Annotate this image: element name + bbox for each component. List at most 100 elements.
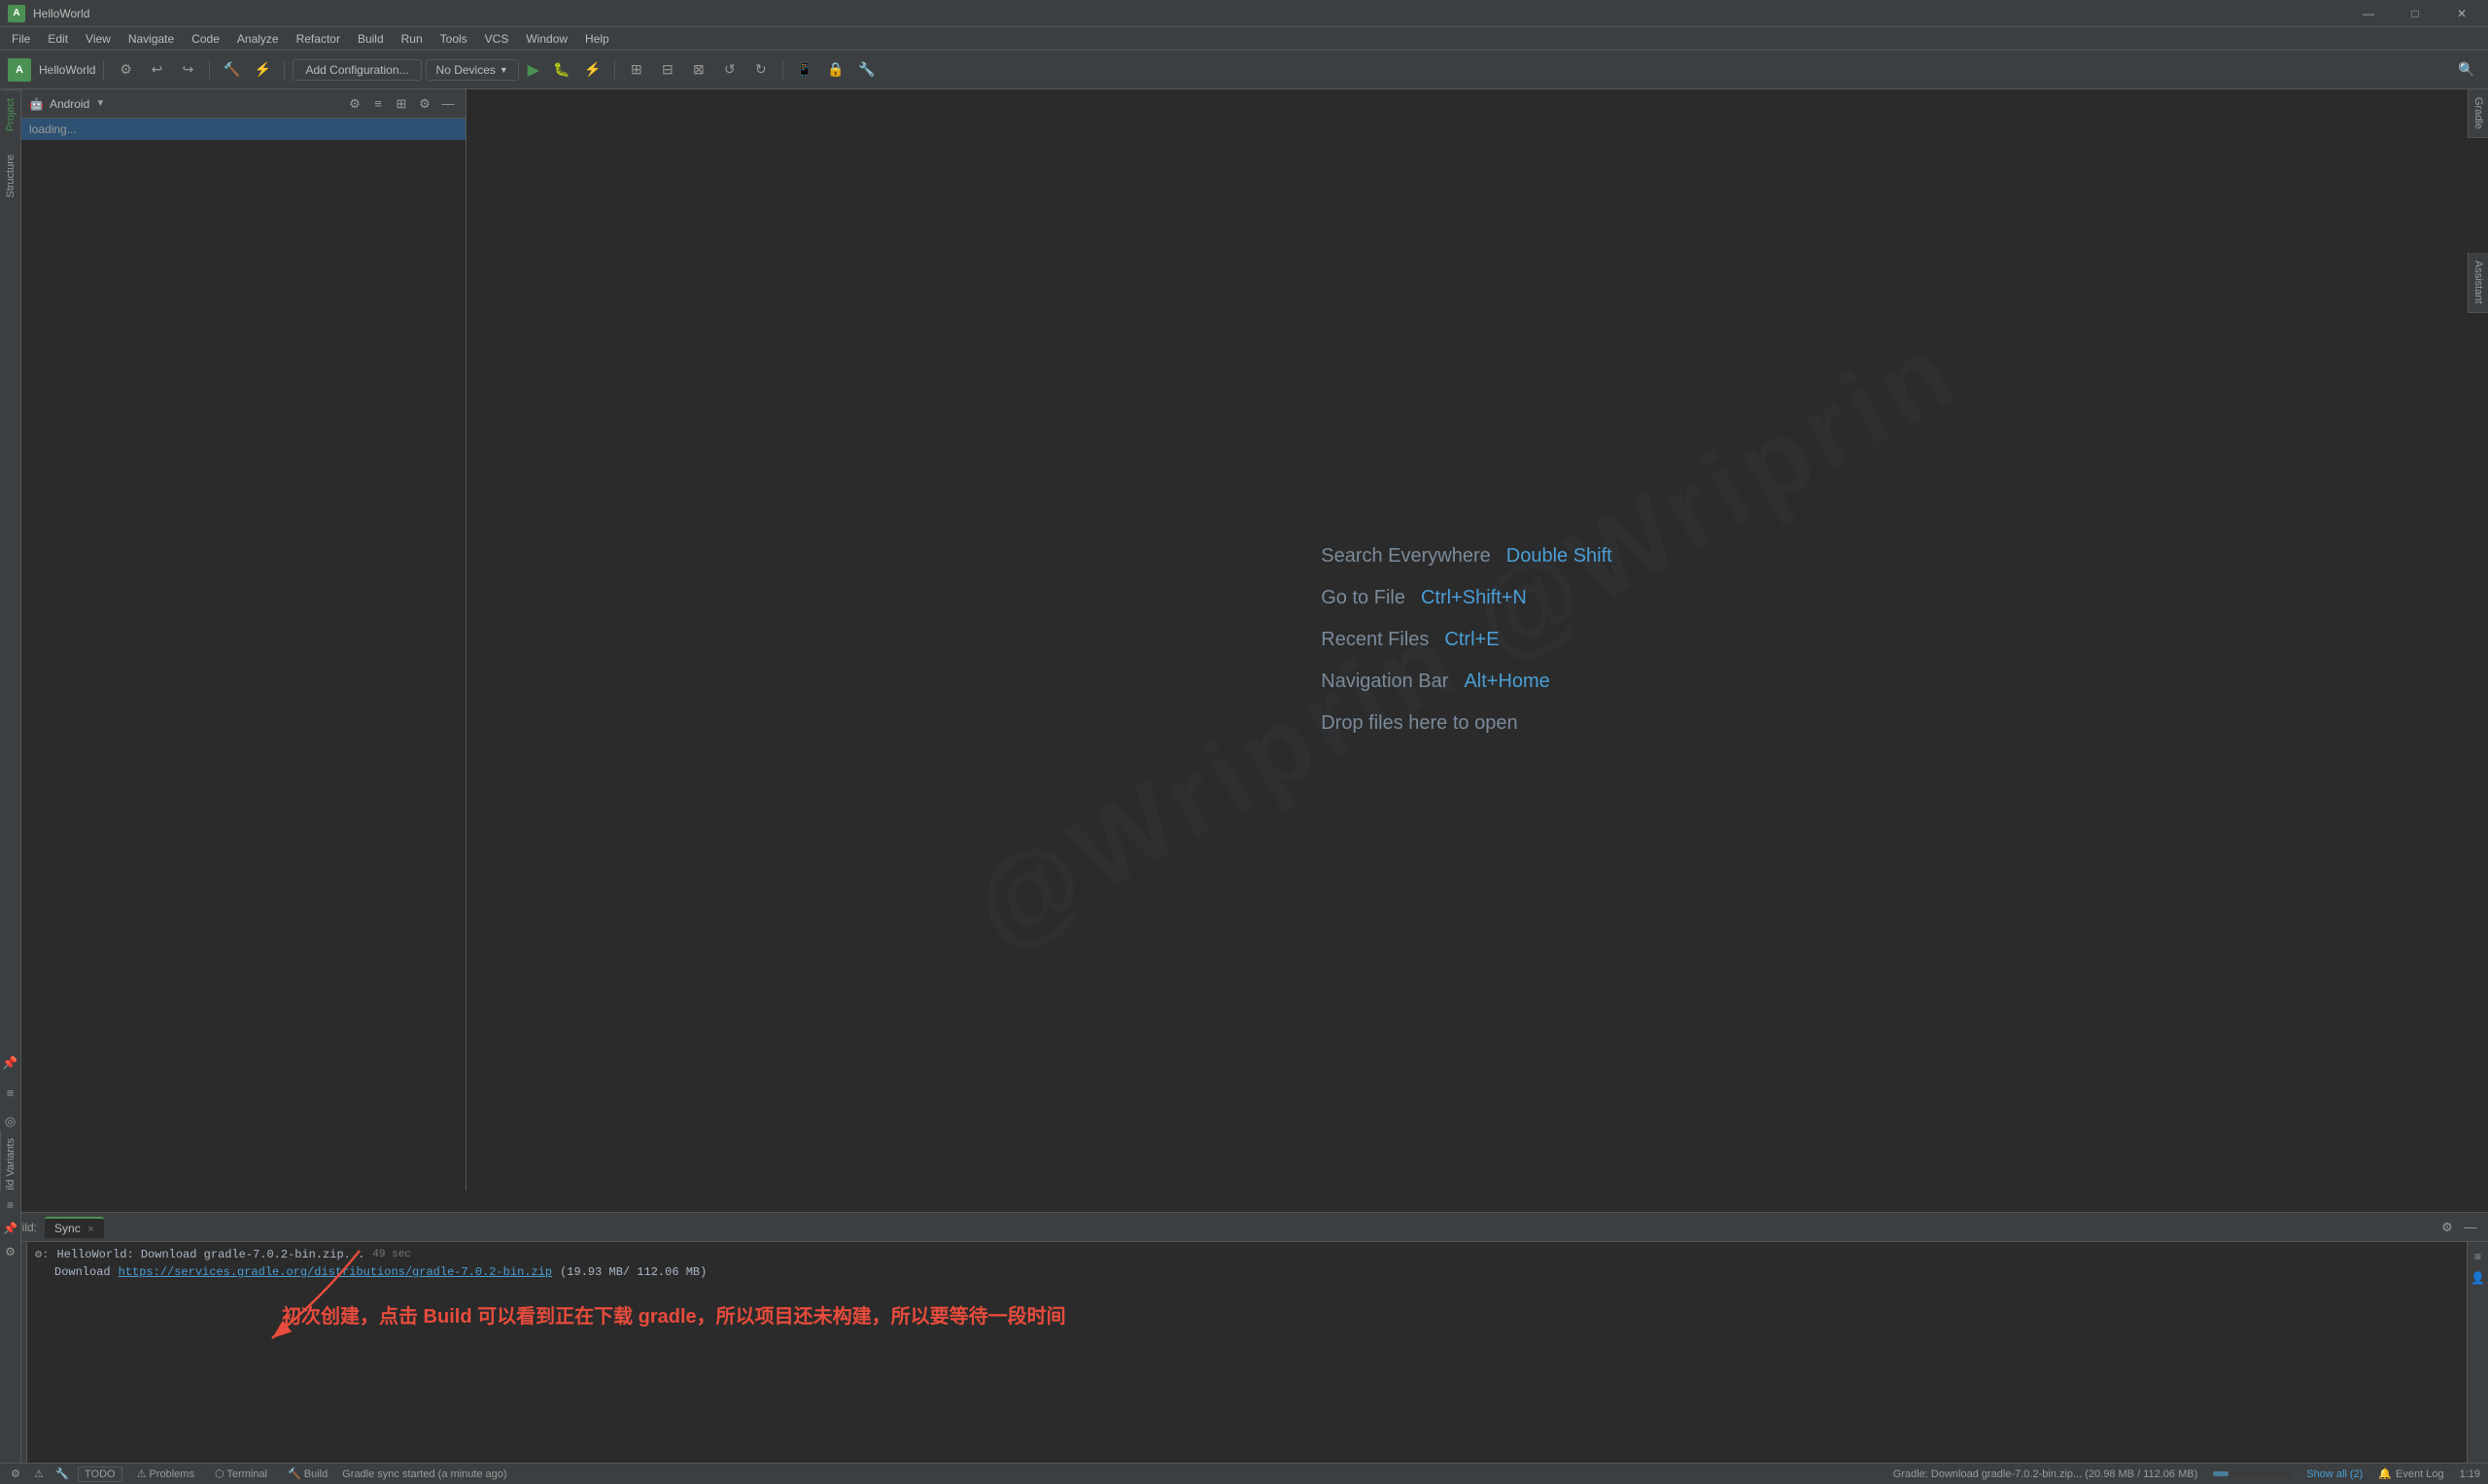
panel-tool-close[interactable]: —: [438, 94, 458, 114]
status-icon-1[interactable]: ⚙: [8, 1467, 23, 1482]
panel-tool-settings[interactable]: ⚙: [345, 94, 364, 114]
build-right-1[interactable]: ≡: [2468, 1246, 2488, 1267]
toolbar-btn-build[interactable]: 🔨: [218, 56, 245, 84]
structure-icon[interactable]: ≡: [0, 1082, 21, 1103]
menu-file[interactable]: File: [4, 30, 38, 48]
toolbar-btn-2[interactable]: ↩: [143, 56, 170, 84]
menu-analyze[interactable]: Analyze: [229, 30, 287, 48]
toolbar-separator-2: [209, 60, 210, 80]
menu-view[interactable]: View: [78, 30, 119, 48]
toolbar-btn-3[interactable]: ↪: [174, 56, 201, 84]
goto-file-hint: Go to File Ctrl+Shift+N: [1321, 587, 1527, 609]
recent-files-shortcut: Ctrl+E: [1444, 629, 1499, 651]
toolbar-separator-5: [782, 60, 783, 80]
event-log: 🔔 Event Log: [2378, 1467, 2443, 1480]
goto-file-shortcut: Ctrl+Shift+N: [1421, 587, 1527, 609]
download-url[interactable]: https://services.gradle.org/distribution…: [119, 1265, 552, 1279]
debug-button[interactable]: 🐛: [548, 56, 575, 84]
menu-run[interactable]: Run: [394, 30, 431, 48]
status-bar: ⚙ ⚠ 🔧 TODO ⚠ Problems ⬡ Terminal 🔨 Build…: [0, 1463, 2488, 1484]
toolbar-btn-11[interactable]: 🔒: [822, 56, 849, 84]
todo-tab[interactable]: TODO: [78, 1467, 122, 1482]
gradle-tab[interactable]: Gradle: [2468, 89, 2488, 138]
title-bar-title: HelloWorld: [33, 7, 89, 20]
profile-button[interactable]: ⚡: [579, 56, 606, 84]
toolbar-separator-3: [284, 60, 285, 80]
close-button[interactable]: ✕: [2439, 0, 2484, 27]
toolbar-btn-8[interactable]: ↺: [716, 56, 743, 84]
build-settings-btn[interactable]: ⚙: [2437, 1218, 2457, 1237]
build-time: 49 sec: [372, 1249, 411, 1260]
editor-placeholder: Search Everywhere Double Shift Go to Fil…: [1321, 545, 1612, 735]
menu-bar: File Edit View Navigate Code Analyze Ref…: [0, 27, 2488, 51]
toolbar-separator-4: [614, 60, 615, 80]
bottom-strip-icon-2[interactable]: 📌: [0, 1218, 21, 1239]
search-everywhere-button[interactable]: 🔍: [2453, 56, 2480, 84]
circle-icon[interactable]: ◎: [0, 1111, 21, 1132]
menu-vcs[interactable]: VCS: [477, 30, 517, 48]
build-line-2: Download https://services.gradle.org/dis…: [54, 1264, 2459, 1280]
project-tab[interactable]: Project: [2, 89, 19, 139]
status-icon-3[interactable]: 🔧: [54, 1467, 70, 1482]
download-prefix: Download: [54, 1265, 111, 1279]
toolbar-btn-12[interactable]: 🔧: [853, 56, 881, 84]
structure-tab-left[interactable]: Structure: [2, 147, 19, 206]
panel-tool-gear[interactable]: ⚙: [415, 94, 434, 114]
menu-code[interactable]: Code: [184, 30, 227, 48]
toolbar-project-name: HelloWorld: [39, 63, 95, 77]
build-tab-bottom[interactable]: 🔨 Build: [281, 1466, 334, 1482]
event-log-label[interactable]: Event Log: [2396, 1468, 2444, 1480]
android-label: Android: [50, 97, 89, 111]
build-content: ↺ ⊞ ⚙: HelloWorld: Download gradle-7.0.2…: [0, 1242, 2488, 1484]
panel-header: 🤖 Android ▼ ⚙ ≡ ⊞ ⚙ —: [21, 89, 466, 119]
title-bar-left: A HelloWorld: [0, 5, 89, 22]
toolbar-btn-9[interactable]: ↻: [747, 56, 775, 84]
toolbar-btn-4[interactable]: ⚡: [249, 56, 276, 84]
assistant-tab[interactable]: Assistant: [2468, 253, 2488, 313]
toolbar-btn-1[interactable]: ⚙: [112, 56, 139, 84]
build-close-btn[interactable]: —: [2461, 1218, 2480, 1237]
menu-edit[interactable]: Edit: [40, 30, 76, 48]
bookmark-icon[interactable]: 📌: [0, 1053, 21, 1074]
add-configuration-button[interactable]: Add Configuration...: [293, 59, 421, 81]
menu-navigate[interactable]: Navigate: [121, 30, 182, 48]
problems-tab-bottom[interactable]: ⚠ Problems: [130, 1466, 201, 1482]
editor-area: @Wriprin @Wriprin Search Everywhere Doub…: [466, 89, 2467, 1191]
show-all-link[interactable]: Show all (2): [2306, 1468, 2363, 1480]
terminal-tab-bottom[interactable]: ⬡ Terminal: [209, 1467, 273, 1481]
build-right-2[interactable]: 👤: [2468, 1267, 2488, 1289]
bottom-strip-icon-3[interactable]: ⚙: [0, 1241, 21, 1262]
nav-bar-shortcut: Alt+Home: [1464, 671, 1549, 693]
left-vertical-tabs: Project Structure 📌 ≡ ◎: [0, 89, 21, 1191]
panel-tool-list[interactable]: ≡: [368, 94, 388, 114]
download-suffix: (19.93 MB/ 112.06 MB): [560, 1265, 707, 1279]
title-bar: A HelloWorld — □ ✕: [0, 0, 2488, 27]
no-devices-label: No Devices: [436, 63, 496, 77]
search-everywhere-label: Search Everywhere: [1321, 545, 1491, 568]
toolbar-btn-10[interactable]: 📱: [791, 56, 818, 84]
menu-refactor[interactable]: Refactor: [289, 30, 348, 48]
build-panel: Build: Sync × ⚙ — ↺ ⊞ ⚙: HelloWorld: Dow…: [0, 1212, 2488, 1484]
progress-bar: [2213, 1471, 2291, 1476]
menu-help[interactable]: Help: [577, 30, 617, 48]
run-button[interactable]: ▶: [523, 59, 544, 81]
toolbar-btn-5[interactable]: ⊞: [623, 56, 650, 84]
dropdown-arrow-small[interactable]: ▼: [95, 98, 105, 109]
search-everywhere-shortcut: Double Shift: [1506, 545, 1612, 568]
toolbar-btn-6[interactable]: ⊟: [654, 56, 681, 84]
menu-window[interactable]: Window: [518, 30, 575, 48]
bottom-left-strip: ≡ 📌 ⚙: [0, 1191, 21, 1463]
maximize-button[interactable]: □: [2393, 0, 2437, 27]
panel-tool-filter[interactable]: ⊞: [392, 94, 411, 114]
drop-files-text: Drop files here to open: [1321, 712, 1517, 735]
no-devices-dropdown[interactable]: No Devices ▼: [426, 59, 519, 81]
recent-files-hint: Recent Files Ctrl+E: [1321, 629, 1499, 651]
sync-tab[interactable]: Sync ×: [45, 1217, 103, 1238]
bottom-strip-icon-1[interactable]: ≡: [0, 1194, 21, 1216]
sync-tab-close[interactable]: ×: [87, 1224, 93, 1235]
minimize-button[interactable]: —: [2346, 0, 2391, 27]
toolbar-btn-7[interactable]: ⊠: [685, 56, 712, 84]
menu-tools[interactable]: Tools: [432, 30, 475, 48]
status-icon-2[interactable]: ⚠: [31, 1467, 47, 1482]
menu-build[interactable]: Build: [350, 30, 392, 48]
